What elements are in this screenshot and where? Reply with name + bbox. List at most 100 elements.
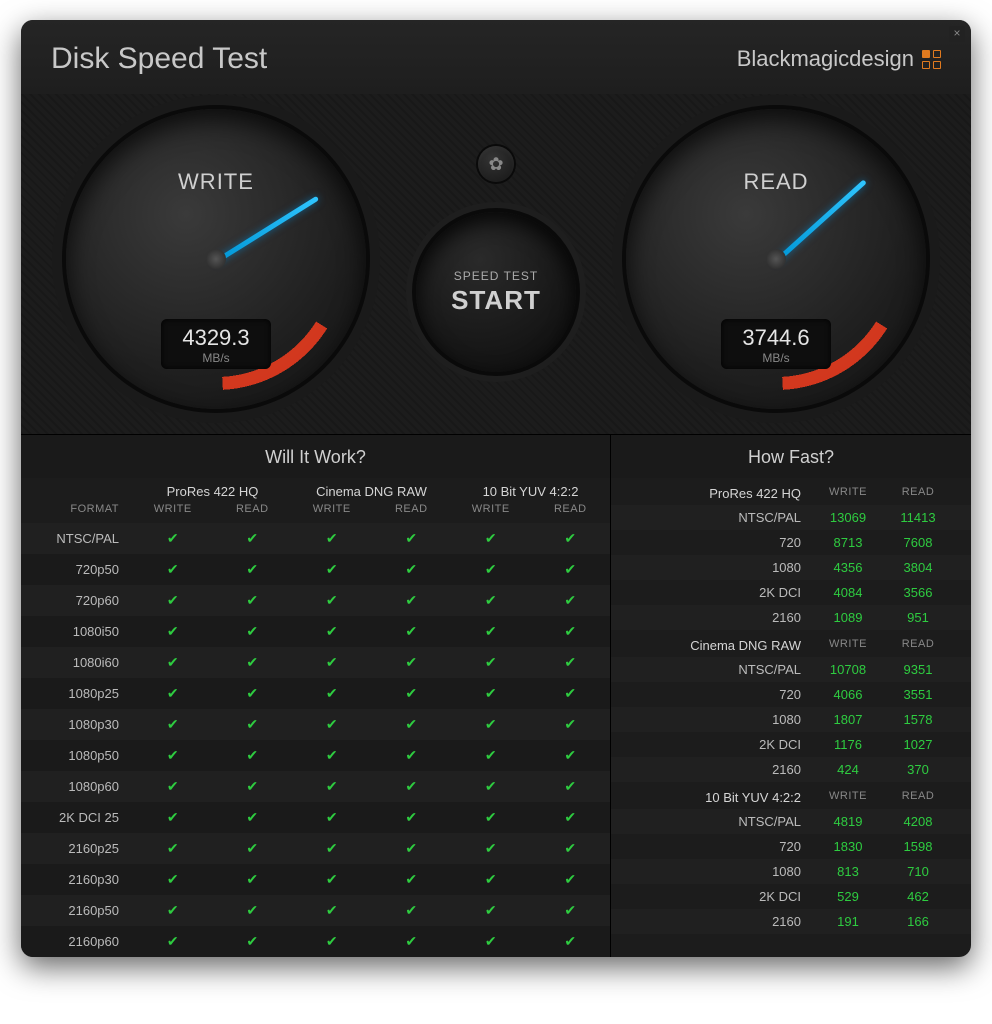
check-icon: ✔	[133, 554, 213, 585]
read-value: 3566	[883, 585, 953, 600]
resolution-label: 2K DCI	[611, 737, 813, 752]
check-icon: ✔	[292, 771, 372, 802]
check-icon: ✔	[133, 647, 213, 678]
read-readout: 3744.6 MB/s	[721, 319, 831, 369]
hf-table: ProRes 422 HQ WRITE READNTSC/PAL 13069 1…	[611, 478, 971, 934]
read-gauge-label: READ	[743, 169, 808, 195]
how-fast-panel: How Fast? ProRes 422 HQ WRITE READNTSC/P…	[611, 435, 971, 957]
check-icon: ✔	[451, 585, 531, 616]
table-row: 2160p30✔✔✔✔✔✔	[21, 864, 610, 895]
write-value: 424	[813, 762, 883, 777]
check-icon: ✔	[213, 647, 293, 678]
format-label: 2160p60	[21, 927, 133, 956]
check-icon: ✔	[133, 802, 213, 833]
gauge-area: WRITE 4329.3 MB/s ✿ SPEED TEST START REA…	[21, 94, 971, 434]
check-icon: ✔	[451, 616, 531, 647]
app-title: Disk Speed Test	[51, 42, 267, 76]
read-value: 1027	[883, 737, 953, 752]
col-header: READ	[883, 638, 953, 653]
check-icon: ✔	[451, 864, 531, 895]
read-value: 1598	[883, 839, 953, 854]
close-icon[interactable]: ×	[949, 26, 965, 42]
check-icon: ✔	[531, 833, 611, 864]
check-icon: ✔	[213, 740, 293, 771]
table-row: 1080p50✔✔✔✔✔✔	[21, 740, 610, 771]
wiw-codec-header: ProRes 422 HQ Cinema DNG RAW 10 Bit YUV …	[21, 478, 610, 499]
read-value: 370	[883, 762, 953, 777]
codec-label: 10 Bit YUV 4:2:2	[611, 790, 813, 805]
check-icon: ✔	[531, 647, 611, 678]
check-icon: ✔	[451, 926, 531, 957]
check-icon: ✔	[372, 740, 452, 771]
table-row: NTSC/PAL 10708 9351	[611, 657, 971, 682]
hf-group-header: 10 Bit YUV 4:2:2 WRITE READ	[611, 782, 971, 809]
will-it-work-panel: Will It Work? ProRes 422 HQ Cinema DNG R…	[21, 435, 611, 957]
resolution-label: 2K DCI	[611, 585, 813, 600]
check-icon: ✔	[372, 523, 452, 554]
settings-button[interactable]: ✿	[478, 146, 514, 182]
resolution-label: 2160	[611, 914, 813, 929]
check-icon: ✔	[213, 926, 293, 957]
read-value: 166	[883, 914, 953, 929]
check-icon: ✔	[292, 895, 372, 926]
write-gauge-label: WRITE	[178, 169, 254, 195]
check-icon: ✔	[292, 616, 372, 647]
check-icon: ✔	[372, 709, 452, 740]
write-value: 1807	[813, 712, 883, 727]
check-icon: ✔	[372, 895, 452, 926]
check-icon: ✔	[133, 709, 213, 740]
format-label: 1080i50	[21, 617, 133, 646]
check-icon: ✔	[213, 523, 293, 554]
gear-icon: ✿	[488, 154, 503, 175]
check-icon: ✔	[133, 864, 213, 895]
format-label: 1080p60	[21, 772, 133, 801]
check-icon: ✔	[531, 616, 611, 647]
check-icon: ✔	[292, 523, 372, 554]
wiw-sub-header: FORMAT WRITE READ WRITE READ WRITE READ	[21, 499, 610, 523]
check-icon: ✔	[133, 523, 213, 554]
check-icon: ✔	[372, 678, 452, 709]
check-icon: ✔	[292, 802, 372, 833]
check-icon: ✔	[292, 647, 372, 678]
check-icon: ✔	[133, 926, 213, 957]
resolution-label: 1080	[611, 864, 813, 879]
wiw-title: Will It Work?	[21, 435, 610, 478]
write-readout: 4329.3 MB/s	[161, 319, 271, 369]
resolution-label: 2160	[611, 610, 813, 625]
check-icon: ✔	[213, 585, 293, 616]
table-row: 2160 1089 951	[611, 605, 971, 630]
start-subtitle: SPEED TEST	[454, 269, 538, 283]
resolution-label: 2K DCI	[611, 889, 813, 904]
start-button[interactable]: SPEED TEST START	[416, 212, 576, 372]
table-row: 720 4066 3551	[611, 682, 971, 707]
check-icon: ✔	[133, 616, 213, 647]
resolution-label: 1080	[611, 560, 813, 575]
check-icon: ✔	[213, 833, 293, 864]
check-icon: ✔	[531, 926, 611, 957]
check-icon: ✔	[531, 802, 611, 833]
table-row: 1080p30✔✔✔✔✔✔	[21, 709, 610, 740]
format-label: 1080p30	[21, 710, 133, 739]
read-value: 3551	[883, 687, 953, 702]
table-row: 1080p60✔✔✔✔✔✔	[21, 771, 610, 802]
write-value: 4329.3	[161, 325, 271, 351]
check-icon: ✔	[133, 585, 213, 616]
check-icon: ✔	[133, 895, 213, 926]
table-row: 1080 813 710	[611, 859, 971, 884]
read-gauge: READ 3744.6 MB/s	[626, 109, 926, 409]
format-label: 720p60	[21, 586, 133, 615]
check-icon: ✔	[531, 864, 611, 895]
hf-group-header: ProRes 422 HQ WRITE READ	[611, 478, 971, 505]
col-header: WRITE	[813, 638, 883, 653]
start-title: START	[451, 285, 541, 316]
check-icon: ✔	[451, 523, 531, 554]
check-icon: ✔	[213, 771, 293, 802]
table-row: 2160p25✔✔✔✔✔✔	[21, 833, 610, 864]
write-value: 1830	[813, 839, 883, 854]
write-value: 529	[813, 889, 883, 904]
read-value: 7608	[883, 535, 953, 550]
write-unit: MB/s	[161, 351, 271, 365]
check-icon: ✔	[372, 771, 452, 802]
header: Disk Speed Test Blackmagicdesign	[21, 20, 971, 94]
check-icon: ✔	[451, 647, 531, 678]
